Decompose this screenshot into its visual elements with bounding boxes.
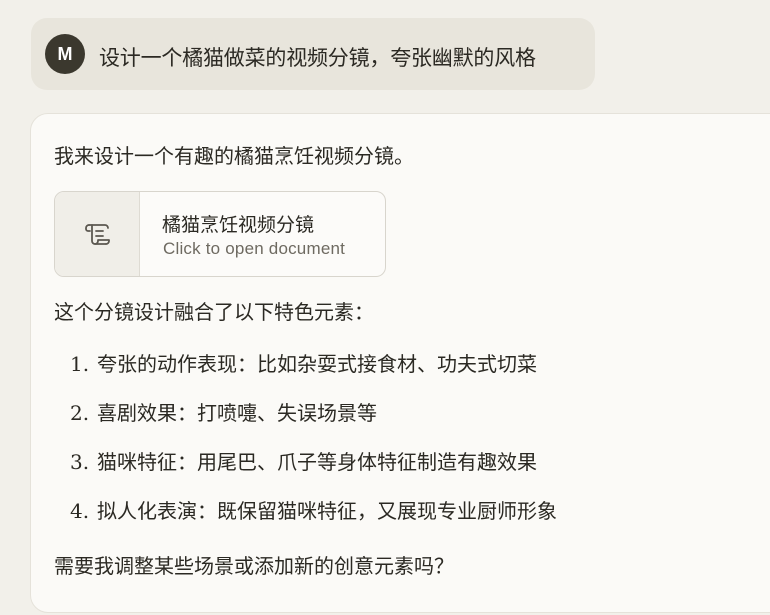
scroll-document-icon [85, 224, 110, 245]
user-avatar[interactable]: M [45, 34, 85, 74]
list-item: 3. 猫咪特征：用尾巴、爪子等身体特征制造有趣效果 [70, 446, 537, 475]
artifact-title: 橘猫烹饪视频分镜 [162, 214, 315, 236]
list-text: 猫咪特征：用尾巴、爪子等身体特征制造有趣效果 [97, 450, 537, 474]
assistant-summary-text: 这个分镜设计融合了以下特色元素： [54, 300, 374, 324]
list-number: 3. [70, 450, 90, 474]
artifact-open-hint: Click to open document [163, 239, 346, 258]
artifact-icon-box [55, 192, 140, 276]
list-item: 2. 喜剧效果：打喷嚏、失误场景等 [70, 397, 377, 426]
list-number: 1. [70, 352, 90, 376]
list-item: 1. 夸张的动作表现：比如杂耍式接食材、功夫式切菜 [70, 348, 537, 377]
user-message-text: 设计一个橘猫做菜的视频分镜，夸张幽默的风格 [99, 46, 536, 70]
assistant-intro-text: 我来设计一个有趣的橘猫烹饪视频分镜。 [54, 144, 414, 168]
list-text: 夸张的动作表现：比如杂耍式接食材、功夫式切菜 [97, 352, 537, 376]
list-text: 拟人化表演：既保留猫咪特征，又展现专业厨师形象 [97, 499, 557, 523]
list-item: 4. 拟人化表演：既保留猫咪特征，又展现专业厨师形象 [70, 495, 557, 524]
list-number: 4. [70, 499, 90, 523]
assistant-closing-text: 需要我调整某些场景或添加新的创意元素吗？ [54, 554, 454, 578]
user-message-bubble: M 设计一个橘猫做菜的视频分镜，夸张幽默的风格 [31, 18, 595, 90]
list-text: 喜剧效果：打喷嚏、失误场景等 [97, 401, 377, 425]
list-number: 2. [70, 401, 90, 425]
assistant-message: 我来设计一个有趣的橘猫烹饪视频分镜。 橘猫烹饪视频分镜 Click to ope… [30, 113, 770, 613]
artifact-card[interactable]: 橘猫烹饪视频分镜 Click to open document [54, 191, 386, 277]
